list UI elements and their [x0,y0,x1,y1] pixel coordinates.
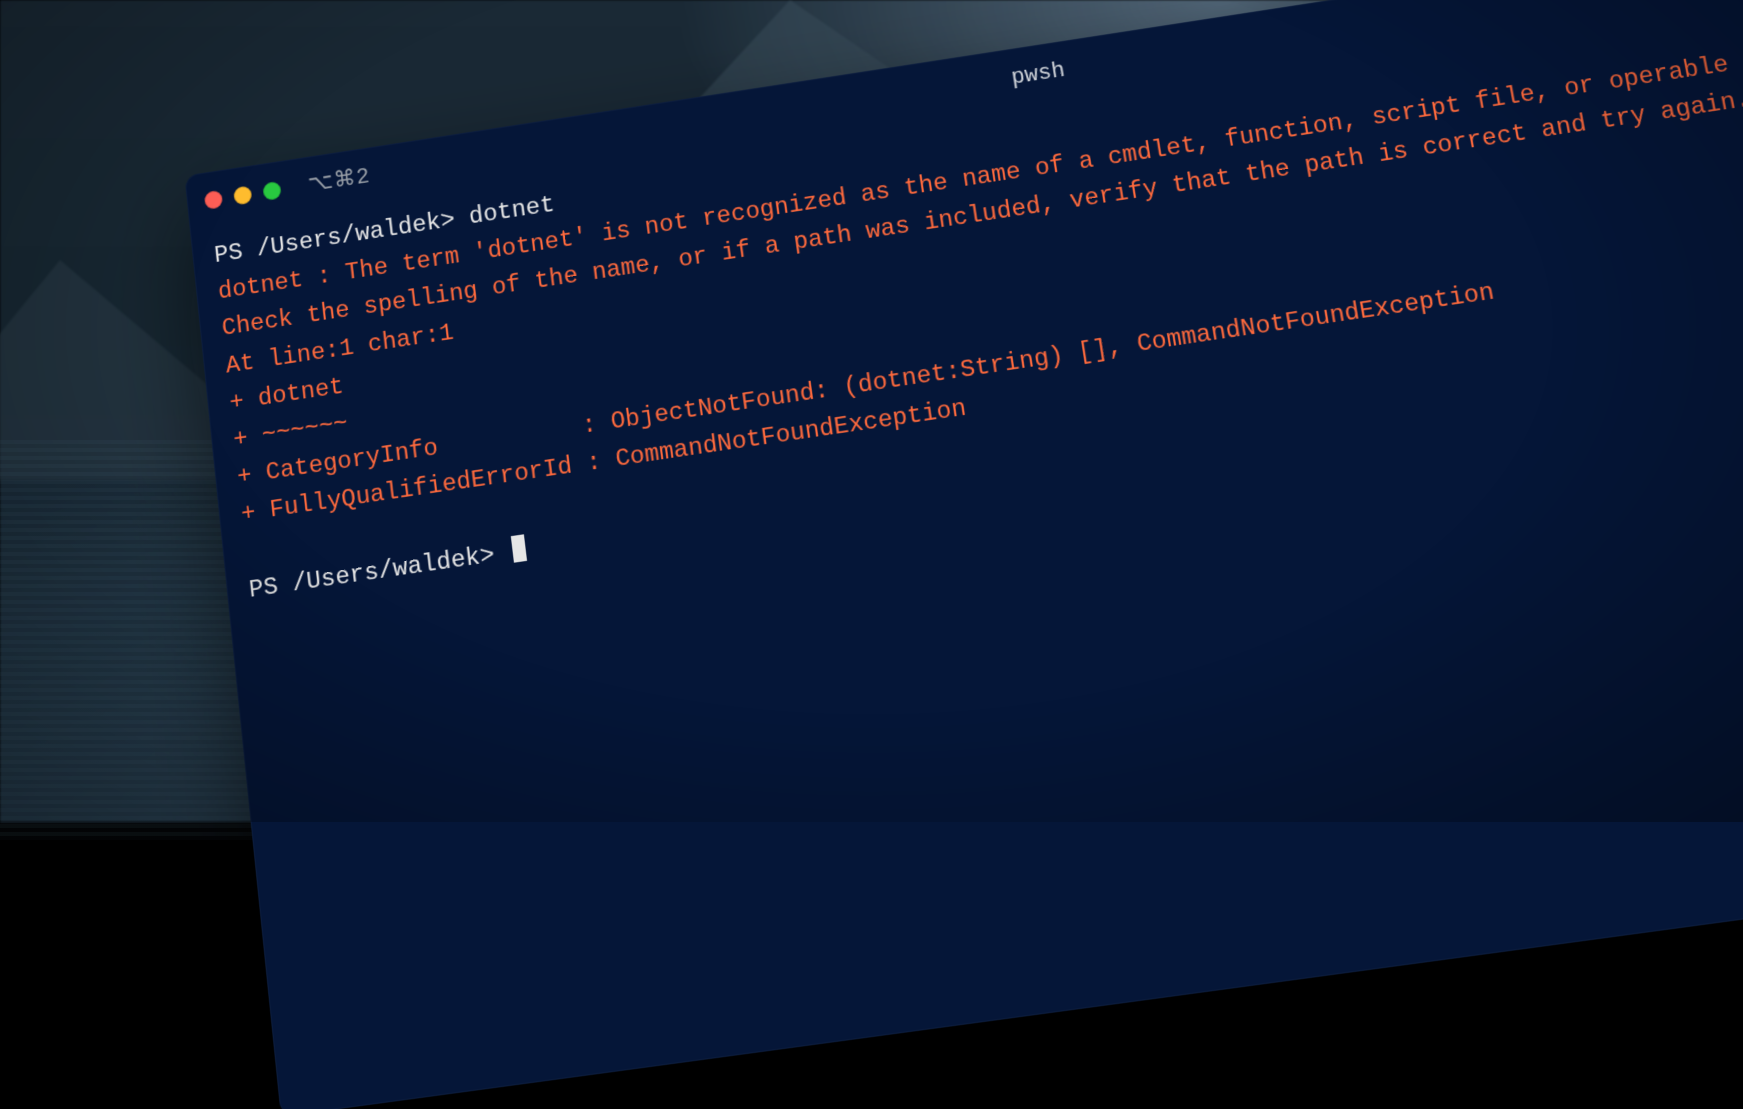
error-line: + dotnet [228,373,345,417]
window-traffic-lights [204,181,282,210]
typed-command: dotnet [468,192,557,231]
cursor-block-icon [511,534,527,562]
zoom-icon[interactable] [262,181,281,201]
window-title: pwsh [1010,58,1067,91]
prompt: PS /Users/waldek> [248,542,496,605]
terminal-window[interactable]: ⌥⌘2 pwsh PS /Users/waldek> dotnet dotnet… [184,0,1743,1109]
window-shortcut-label: ⌥⌘2 [307,163,372,198]
minimize-icon[interactable] [233,185,252,205]
close-icon[interactable] [204,190,223,210]
error-line: + ~~~~~~ [232,410,349,454]
